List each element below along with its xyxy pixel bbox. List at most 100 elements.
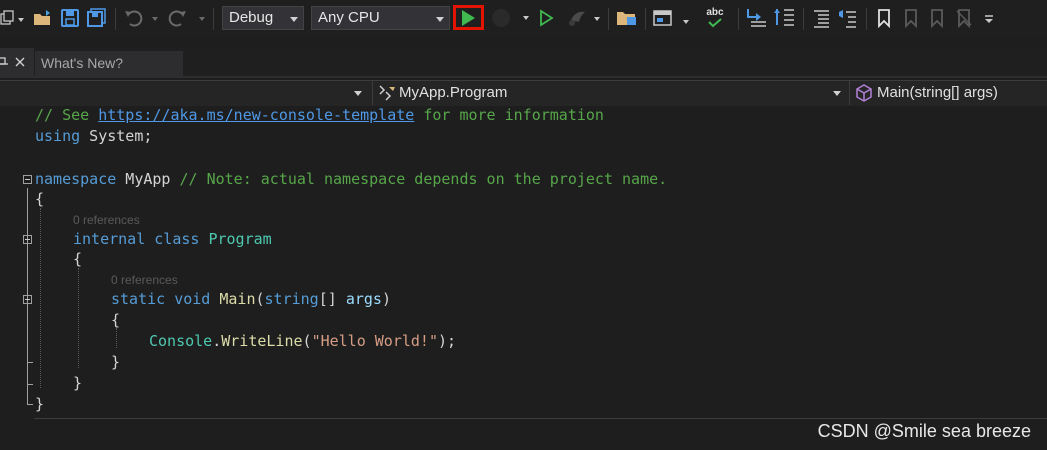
document-tabstrip: What's New? (0, 48, 1047, 78)
method-name: WriteLine (221, 332, 303, 350)
tab-label: What's New? (41, 55, 124, 71)
member-value: Main(string[] args) (877, 84, 998, 101)
method-icon (856, 84, 872, 102)
code-line: namespace MyApp // Note: actual namespac… (35, 170, 667, 188)
code-editor[interactable]: // See https://aka.ms/new-console-templa… (0, 106, 1047, 416)
keyword: void (174, 290, 211, 308)
comment-icon[interactable] (810, 6, 832, 30)
uncomment-icon[interactable] (836, 6, 858, 30)
save-all-icon[interactable] (87, 6, 107, 30)
toolbar-overflow-icon[interactable] (982, 6, 996, 30)
outline-line (27, 404, 33, 405)
start-without-debugging-icon[interactable] (536, 6, 556, 30)
keyword: internal (73, 230, 146, 248)
open-folder-icon[interactable] (33, 6, 53, 30)
outline-line (27, 306, 28, 362)
undo-dropdown-arrow[interactable] (152, 17, 158, 21)
code-text: . (212, 332, 222, 350)
parameter-name: args (345, 290, 382, 308)
next-bookmark-icon[interactable] (926, 6, 948, 30)
configuration-dropdown[interactable]: Debug (222, 6, 304, 30)
type-value: MyApp.Program (399, 84, 508, 101)
layout-icon[interactable] (652, 6, 674, 30)
code-text: ( (255, 290, 265, 308)
platform-dropdown[interactable]: Any CPU (311, 6, 450, 30)
chevron-down-icon (290, 17, 298, 22)
new-dropdown-arrow[interactable] (18, 18, 24, 22)
brace: } (111, 353, 121, 371)
code-link[interactable]: https://aka.ms/new-console-template (98, 106, 414, 124)
keyword: namespace (35, 170, 117, 188)
start-button-highlight (453, 5, 484, 30)
undo-icon[interactable] (123, 6, 145, 30)
brace: { (73, 250, 83, 268)
close-icon[interactable] (15, 57, 25, 67)
debug-target-dropdown-arrow[interactable] (523, 16, 529, 20)
code-line: internal class Program (73, 230, 272, 248)
comment-text: // Note: actual namespace depends on the… (179, 170, 668, 188)
code-line: using System; (35, 127, 152, 145)
toolbar-separator (115, 8, 116, 30)
solution-explorer-icon[interactable] (616, 6, 638, 30)
collapse-toggle[interactable] (23, 235, 32, 244)
project-dropdown[interactable] (0, 81, 368, 105)
indent-guide (78, 268, 79, 368)
code-text: ); (438, 332, 457, 350)
debug-target-icon[interactable] (487, 6, 513, 30)
comment-text: for more information (414, 106, 604, 124)
code-text: [] (318, 290, 346, 308)
brace: { (111, 311, 121, 329)
configuration-value: Debug (229, 9, 274, 26)
hot-reload-icon[interactable] (566, 6, 588, 30)
keyword: class (154, 230, 200, 248)
code-line: // See https://aka.ms/new-console-templa… (35, 106, 604, 124)
namespace-name: MyApp (116, 170, 180, 188)
bookmark-icon[interactable] (874, 6, 894, 30)
toolbar: Debug Any CPU abc (0, 0, 1047, 38)
indent-guide (116, 328, 117, 348)
toolbar-separator (866, 8, 867, 30)
save-icon[interactable] (60, 6, 80, 30)
type-dropdown[interactable]: MyApp.Program (372, 81, 847, 105)
class-icon (379, 85, 395, 101)
keyword: static (111, 290, 166, 308)
collapse-toggle[interactable] (23, 175, 32, 184)
platform-value: Any CPU (318, 9, 380, 26)
layout-dropdown-arrow[interactable] (683, 20, 689, 24)
step-out-icon[interactable] (773, 6, 797, 30)
brace: } (73, 374, 83, 392)
member-dropdown[interactable]: Main(string[] args) (849, 81, 1047, 105)
codelens-references[interactable]: 0 references (73, 213, 140, 227)
chevron-down-icon (354, 91, 362, 96)
tab-whats-new[interactable]: What's New? (35, 51, 183, 76)
redo-dropdown-arrow[interactable] (199, 17, 205, 21)
spellcheck-icon[interactable]: abc (700, 6, 730, 30)
toolbar-separator (608, 8, 609, 30)
redo-icon[interactable] (166, 6, 188, 30)
outline-line (27, 362, 33, 363)
toolbar-separator (213, 8, 214, 30)
navigation-bar: MyApp.Program Main(string[] args) (0, 80, 1047, 107)
code-line: static void Main(string[] args) (111, 290, 391, 308)
keyword: using (35, 127, 81, 145)
string-literal: "Hello World!" (311, 332, 438, 350)
toolbar-separator (803, 8, 804, 30)
method-name: Main (219, 290, 256, 308)
clear-bookmarks-icon[interactable] (953, 6, 975, 30)
step-into-icon[interactable] (745, 6, 769, 30)
class-name: Console (149, 332, 213, 350)
code-line: Console.WriteLine("Hello World!"); (149, 332, 456, 350)
watermark-text: CSDN @Smile sea breeze (817, 421, 1031, 441)
toolbar-separator (738, 8, 739, 30)
comment-text: // See (35, 106, 99, 124)
spellcheck-label: abc (706, 7, 724, 18)
codelens-references[interactable]: 0 references (111, 273, 178, 287)
previous-bookmark-icon[interactable] (900, 6, 922, 30)
pinned-tab[interactable] (0, 48, 34, 76)
new-project-icon[interactable] (0, 6, 14, 30)
collapse-toggle[interactable] (23, 295, 32, 304)
hot-reload-dropdown-arrow[interactable] (594, 17, 600, 21)
toolbar-separator (645, 8, 646, 30)
class-name: Program (208, 230, 272, 248)
keyword: string (264, 290, 319, 308)
